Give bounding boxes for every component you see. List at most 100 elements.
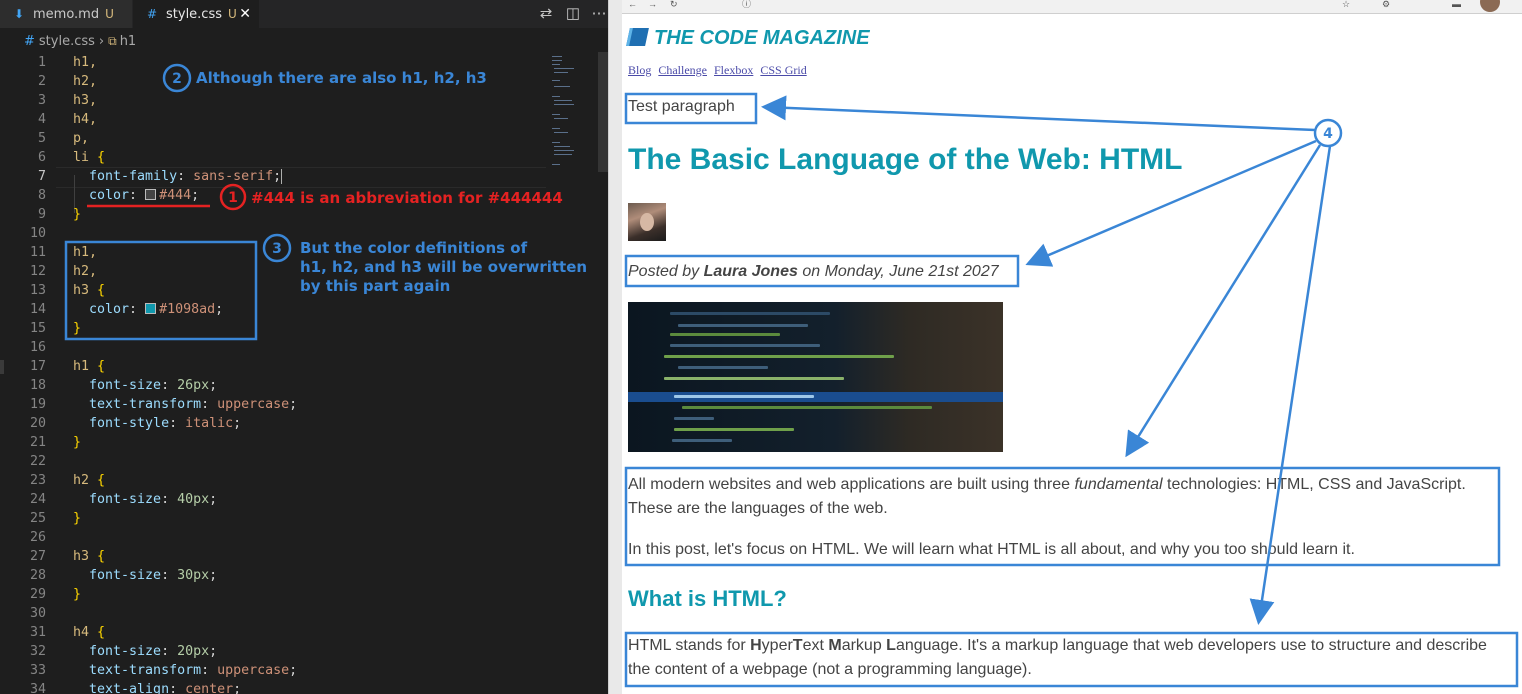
color-swatch[interactable]: [145, 189, 157, 200]
code-line: 12 h2,: [0, 262, 560, 281]
post-image: [628, 302, 1003, 452]
code-line: 1 h1,: [0, 53, 560, 72]
line-number: 31: [29, 625, 46, 640]
markdown-icon: ⬇: [14, 7, 25, 21]
line-number: 20: [29, 416, 46, 431]
code-line: 3 h3,: [0, 91, 560, 110]
site-nav: Blog Challenge Flexbox CSS Grid: [628, 63, 811, 78]
text-span: ext: [802, 637, 829, 654]
brace: }: [73, 587, 82, 602]
symbol-icon: ⧉: [108, 34, 117, 48]
minimap-line: [552, 164, 560, 165]
compare-changes-icon[interactable]: ⇄: [537, 5, 555, 23]
bold-letter: L: [886, 637, 896, 654]
code-line: 15}: [0, 319, 560, 338]
nav-link-css-grid[interactable]: CSS Grid: [760, 63, 806, 77]
code-line-graphic: [670, 333, 780, 336]
code-text: p,: [73, 131, 90, 146]
nav-link-blog[interactable]: Blog: [628, 63, 651, 77]
code-line: 14 color: #1098ad;: [0, 300, 560, 319]
chevron-right-icon: ›: [98, 34, 105, 49]
code-line-graphic: [674, 417, 714, 420]
tab-style-css[interactable]: # style.css U ✕: [133, 0, 259, 28]
more-actions-icon[interactable]: ⋯: [590, 5, 608, 23]
code-area[interactable]: 1 h1, 2 h2, 3 h3, 4 h4, 5 p, 6 li { 7 font-fam…: [0, 53, 560, 694]
intro-paragraph: All modern websites and web applications…: [628, 476, 1466, 494]
code-line: 24 font-size: 40px;: [0, 490, 560, 509]
split-editor-icon[interactable]: ◫: [564, 5, 582, 23]
selector: h4: [73, 625, 90, 640]
brace: {: [97, 359, 106, 374]
back-icon[interactable]: ←: [628, 0, 638, 9]
intro-paragraph-line2: These are the languages of the web.: [628, 500, 888, 517]
site-info-icon[interactable]: ⓘ: [742, 0, 752, 9]
line-number: 30: [29, 606, 46, 621]
minimap-line: [554, 68, 574, 69]
code-line-graphic: [664, 377, 844, 380]
minimap-line: [552, 64, 560, 65]
forward-icon[interactable]: →: [648, 0, 658, 9]
brace: }: [73, 321, 82, 336]
minimap-line: [552, 56, 562, 57]
color-swatch[interactable]: [145, 303, 157, 314]
scrollbar-thumb[interactable]: [598, 52, 608, 172]
breadcrumb-symbol[interactable]: h1: [120, 34, 137, 49]
code-line-graphic: [674, 428, 794, 431]
line-number: 34: [29, 682, 46, 694]
extensions-icon[interactable]: ⚙: [1382, 0, 1392, 9]
meta-prefix: Posted by: [628, 263, 704, 280]
author-avatar: [628, 203, 666, 241]
bold-letter: T: [792, 637, 803, 654]
css-value: sans-serif: [193, 169, 274, 184]
line-number: 21: [29, 435, 46, 450]
bold-letter: M: [828, 637, 842, 654]
css-property: font-size: [89, 378, 162, 393]
line-number: 3: [37, 93, 46, 108]
nav-link-challenge[interactable]: Challenge: [658, 63, 707, 77]
text-cursor: [281, 169, 283, 184]
line-number: 28: [29, 568, 46, 583]
pane-divider[interactable]: [608, 0, 623, 694]
site-title-text: THE CODE MAGAZINE: [654, 27, 870, 49]
line-number: 15: [29, 321, 46, 336]
code-line: 16: [0, 338, 560, 357]
code-line: 7 font-family: sans-serif;: [0, 167, 560, 186]
css-property: text-transform: [89, 663, 202, 678]
code-line: 26: [0, 528, 560, 547]
book-icon: [626, 28, 649, 46]
breadcrumb: # style.css › ⧉ h1: [0, 28, 608, 54]
minimap-line: [552, 114, 560, 115]
code-text: h4,: [73, 112, 98, 127]
text-span: anguage. It's a markup language that web…: [895, 637, 1487, 654]
code-text: h1,: [73, 245, 98, 260]
line-number: 8: [37, 188, 46, 203]
code-editor[interactable]: ⬇ memo.md U # style.css U ✕ ⇄ ◫ ⋯ # style.css…: [0, 0, 608, 694]
code-line-graphic: [678, 324, 808, 327]
close-icon[interactable]: ✕: [239, 0, 251, 28]
menu-icon[interactable]: ▬: [1452, 0, 1462, 9]
editor-tab-bar: ⬇ memo.md U # style.css U ✕ ⇄ ◫ ⋯: [0, 0, 608, 28]
code-line: 9}: [0, 205, 560, 224]
code-line: 21}: [0, 433, 560, 452]
code-text: h1,: [73, 55, 98, 70]
focus-paragraph: In this post, let's focus on HTML. We wi…: [628, 541, 1355, 558]
brace: }: [73, 435, 82, 450]
code-line-graphic: [672, 439, 732, 442]
line-number: 29: [29, 587, 46, 602]
profile-avatar[interactable]: [1480, 0, 1500, 12]
reload-icon[interactable]: ↻: [670, 0, 680, 9]
selector: h1: [73, 359, 90, 374]
breadcrumb-file[interactable]: style.css: [39, 34, 95, 49]
meta-author: Laura Jones: [703, 263, 798, 280]
code-line: 5 p,: [0, 129, 560, 148]
text-span: All modern websites and web applications…: [628, 476, 1075, 493]
line-number: 2: [37, 74, 46, 89]
nav-link-flexbox[interactable]: Flexbox: [714, 63, 753, 77]
code-line: 25}: [0, 509, 560, 528]
code-line: 13 h3 {: [0, 281, 560, 300]
text-span: arkup: [841, 637, 887, 654]
tab-memo-md[interactable]: ⬇ memo.md U: [0, 0, 132, 28]
css-value: uppercase: [217, 663, 290, 678]
bookmark-icon[interactable]: ☆: [1342, 0, 1352, 9]
css-property: text-align: [89, 682, 170, 694]
